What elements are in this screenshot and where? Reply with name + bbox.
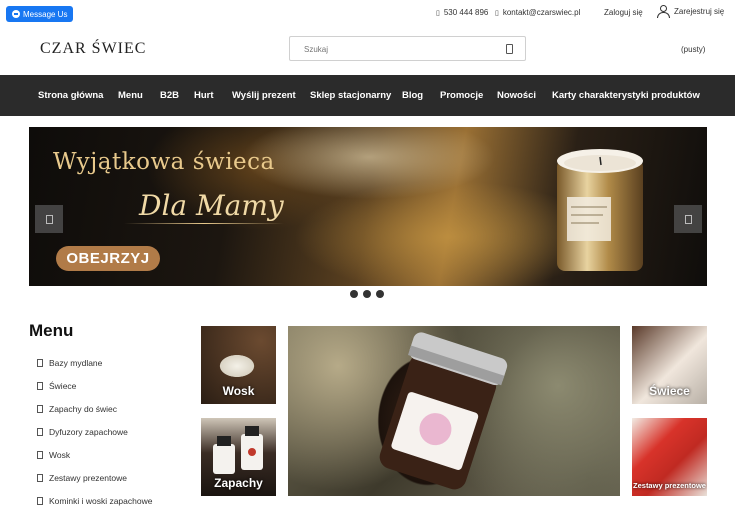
cart-status[interactable]: (pusty)	[681, 45, 705, 54]
bullet-icon	[37, 405, 43, 413]
scent-bottles-image	[213, 426, 263, 474]
main-nav: Strona główna Menu B2B Hurt Wyślij preze…	[0, 75, 735, 116]
banner-button[interactable]: OBEJRZYJ	[56, 246, 160, 271]
tile-candles[interactable]: Świece	[632, 326, 707, 404]
slider-next-button[interactable]	[674, 205, 702, 233]
featured-image[interactable]	[288, 326, 620, 496]
sidebar-item-burners[interactable]: Kominki i woski zapachowe	[37, 496, 152, 506]
candle-image	[557, 149, 643, 271]
tile-scents-label: Zapachy	[214, 476, 263, 490]
tile-gift-sets-label: Zestawy prezentowe	[633, 481, 706, 490]
tile-wax-label: Wosk	[222, 384, 255, 398]
sidebar-item-wax[interactable]: Wosk	[37, 450, 70, 460]
email-address: kontakt@czarswiec.pl	[502, 8, 581, 17]
slider-prev-button[interactable]	[35, 205, 63, 233]
search-input[interactable]	[302, 37, 496, 61]
phone-icon: ▯	[436, 9, 440, 17]
sidebar-item-label: Świece	[49, 381, 77, 391]
messenger-label: Message Us	[23, 9, 68, 19]
chevron-right-icon	[685, 215, 692, 224]
sidebar-item-label: Bazy mydlane	[49, 358, 103, 368]
bullet-icon	[37, 497, 43, 505]
nav-item-promotions[interactable]: Promocje	[440, 90, 483, 101]
banner-subtitle: Dla Mamy	[139, 189, 284, 222]
sidebar-item-label: Zestawy prezentowe	[49, 473, 127, 483]
banner-title: Wyjątkowa świeca	[53, 149, 275, 175]
login-link[interactable]: Zaloguj się	[604, 8, 643, 17]
hero-banner[interactable]: Wyjątkowa świeca Dla Mamy OBEJRZYJ	[29, 127, 707, 286]
candle-jar-image	[379, 332, 508, 490]
sidebar-item-label: Wosk	[49, 450, 71, 460]
tile-wax[interactable]: Wosk	[201, 326, 276, 404]
nav-item-hurt[interactable]: Hurt	[194, 90, 214, 101]
sidebar-item-diffusers[interactable]: Dyfuzory zapachowe	[37, 427, 128, 437]
sidebar-item-label: Kominki i woski zapachowe	[49, 496, 153, 506]
tile-gift-sets[interactable]: Zestawy prezentowe	[632, 418, 707, 496]
nav-item-send-gift[interactable]: Wyślij prezent	[232, 90, 296, 101]
search-icon[interactable]	[506, 44, 513, 54]
nav-item-store[interactable]: Sklep stacjonarny	[310, 90, 391, 101]
bullet-icon	[37, 359, 43, 367]
bullet-icon	[37, 451, 43, 459]
mail-icon: ▯	[495, 9, 499, 17]
tile-candles-label: Świece	[649, 384, 690, 398]
nav-item-menu[interactable]: Menu	[118, 90, 143, 101]
bullet-icon	[37, 474, 43, 482]
phone-link[interactable]: ▯ 530 444 896	[436, 8, 488, 17]
user-icon	[656, 4, 670, 18]
sidebar-item-label: Dyfuzory zapachowe	[49, 427, 128, 437]
register-link[interactable]: Zarejestruj się	[656, 4, 724, 18]
sidebar-item-gift-sets[interactable]: Zestawy prezentowe	[37, 473, 127, 483]
sidebar-item-candle-scents[interactable]: Zapachy do świec	[37, 404, 117, 414]
site-logo[interactable]: CZAR ŚWIEC	[40, 40, 146, 58]
register-label: Zarejestruj się	[674, 6, 725, 16]
slider-dots	[350, 290, 384, 298]
sidebar-item-soap-bases[interactable]: Bazy mydlane	[37, 358, 102, 368]
bullet-icon	[37, 428, 43, 436]
chevron-left-icon	[46, 215, 53, 224]
phone-number: 530 444 896	[443, 8, 489, 17]
nav-item-blog[interactable]: Blog	[402, 90, 423, 101]
email-link[interactable]: ▯ kontakt@czarswiec.pl	[495, 8, 580, 17]
login-label: Zaloguj się	[604, 8, 643, 17]
slider-dot-2[interactable]	[363, 290, 371, 298]
banner-divider	[124, 223, 284, 224]
sidebar-title: Menu	[29, 321, 74, 340]
sidebar-item-label: Zapachy do świec	[49, 404, 118, 414]
sidebar-item-candles[interactable]: Świece	[37, 381, 76, 391]
messenger-button[interactable]: Message Us	[6, 6, 74, 22]
nav-item-new[interactable]: Nowości	[497, 90, 536, 101]
nav-item-home[interactable]: Strona główna	[38, 90, 103, 101]
slider-dot-3[interactable]	[376, 290, 384, 298]
search-box	[289, 36, 526, 61]
tile-scents[interactable]: Zapachy	[201, 418, 276, 496]
nav-item-b2b[interactable]: B2B	[160, 90, 179, 101]
bullet-icon	[37, 382, 43, 390]
nav-item-safety-sheets[interactable]: Karty charakterystyki produktów	[552, 90, 700, 101]
messenger-icon	[12, 10, 20, 18]
slider-dot-1[interactable]	[350, 290, 358, 298]
